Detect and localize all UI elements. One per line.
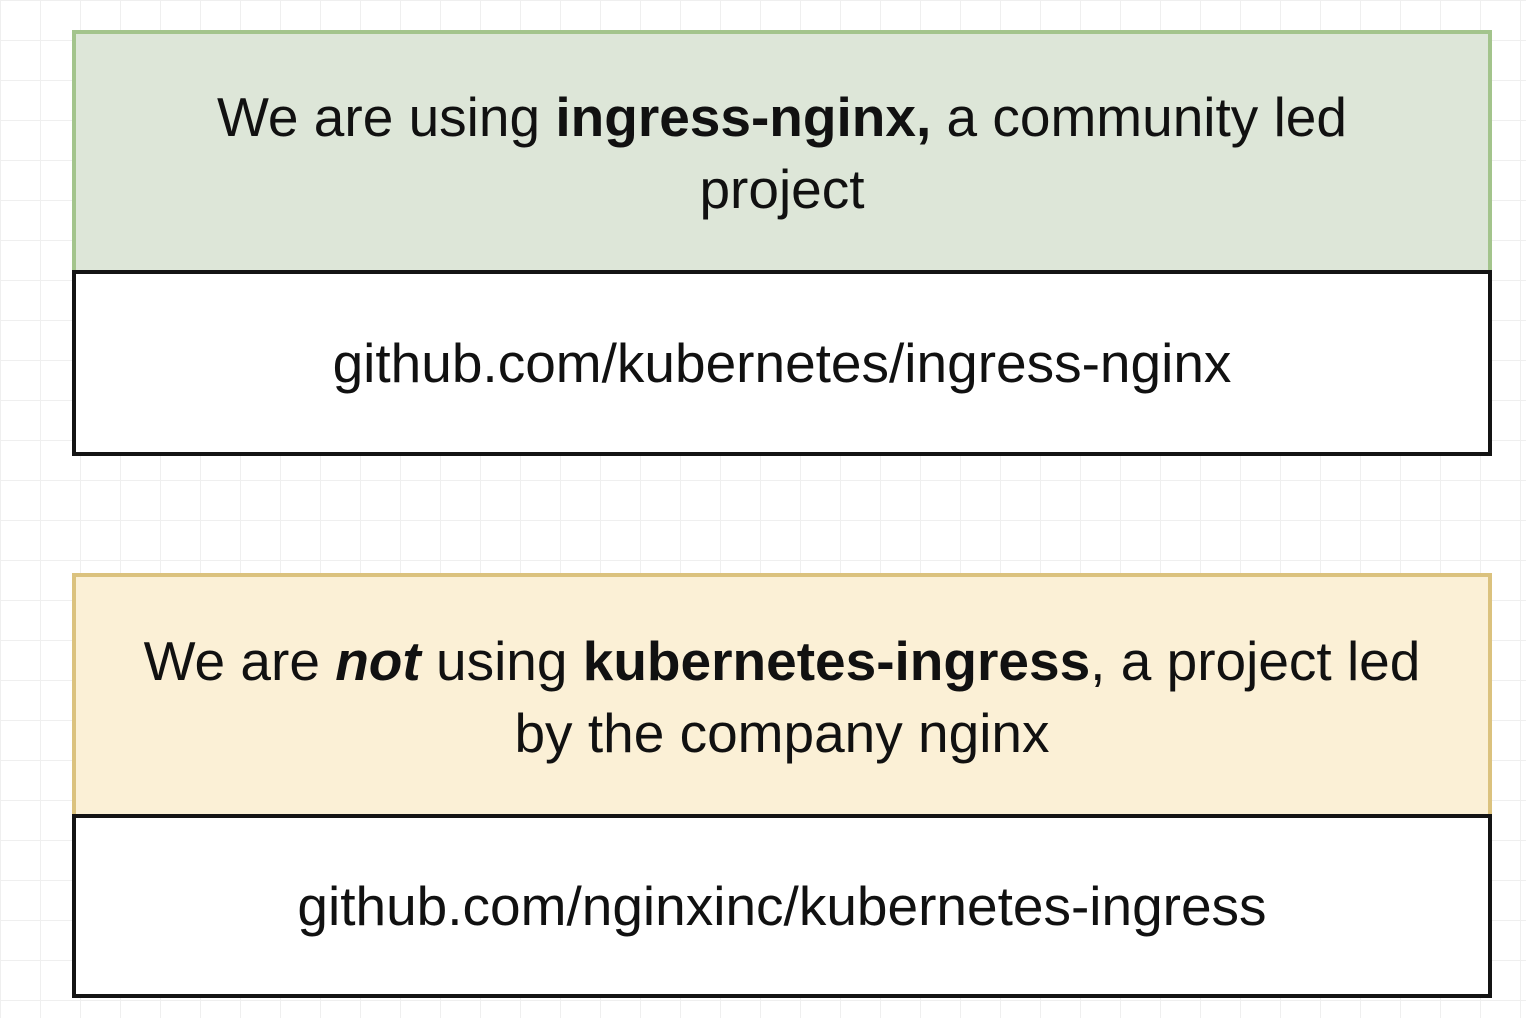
description-line-1: We are not using kubernetes-ingress, a p… bbox=[144, 625, 1421, 697]
text-middle: using bbox=[420, 629, 583, 692]
text-suffix: , a project led bbox=[1090, 629, 1421, 692]
ingress-nginx-description-box: We are using ingress-nginx, a community … bbox=[72, 30, 1492, 272]
ingress-nginx-description-text: We are using ingress-nginx, a community … bbox=[217, 81, 1347, 225]
text-prefix: We are using bbox=[217, 86, 556, 148]
ingress-nginx-repo-url: github.com/kubernetes/ingress-nginx bbox=[332, 332, 1232, 394]
text-suffix: a community led bbox=[931, 86, 1347, 148]
kubernetes-ingress-repo-url: github.com/nginxinc/kubernetes-ingress bbox=[297, 875, 1267, 937]
ingress-nginx-repo-box: github.com/kubernetes/ingress-nginx bbox=[72, 270, 1492, 456]
project-name-bold: ingress-nginx, bbox=[555, 86, 932, 148]
description-line-1: We are using ingress-nginx, a community … bbox=[217, 81, 1347, 153]
project-name-bold: kubernetes-ingress bbox=[582, 629, 1091, 692]
text-prefix: We are bbox=[143, 629, 336, 692]
kubernetes-ingress-description-box: We are not using kubernetes-ingress, a p… bbox=[72, 573, 1492, 816]
kubernetes-ingress-description-text: We are not using kubernetes-ingress, a p… bbox=[144, 625, 1421, 769]
description-line-2: by the company nginx bbox=[514, 701, 1050, 764]
emphasis-not: not bbox=[335, 629, 421, 692]
kubernetes-ingress-repo-box: github.com/nginxinc/kubernetes-ingress bbox=[72, 814, 1492, 998]
description-line-2: project bbox=[699, 158, 865, 220]
